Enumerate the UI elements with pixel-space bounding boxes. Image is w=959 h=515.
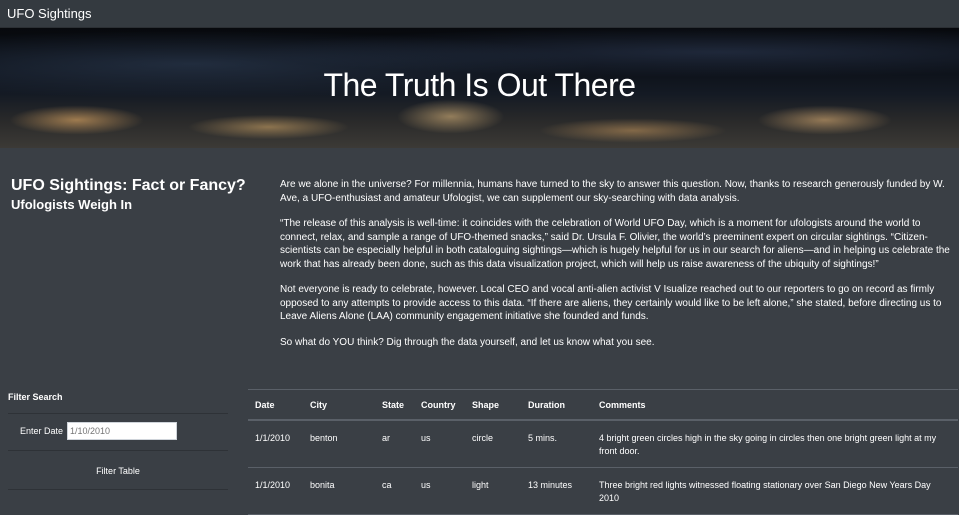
table-row: 1/1/2010 benton ar us circle 5 mins. 4 b…: [248, 420, 958, 468]
article-title: UFO Sightings: Fact or Fancy?: [11, 177, 246, 194]
cell-comments: 4 bright green circles high in the sky g…: [592, 420, 958, 468]
hero-banner: The Truth Is Out There: [0, 28, 959, 148]
cell-state: ar: [375, 420, 414, 468]
column-header-country: Country: [414, 389, 465, 421]
filter-table-button[interactable]: Filter Table: [8, 452, 228, 490]
cell-city: bonita: [303, 467, 375, 515]
article-paragraph: “The release of this analysis is well-ti…: [280, 218, 950, 270]
cell-country: us: [414, 420, 465, 468]
navbar-brand[interactable]: UFO Sightings: [7, 6, 92, 21]
filter-heading: Filter Search: [8, 392, 63, 402]
filter-panel: Filter Search Enter Date Filter Table: [8, 392, 228, 490]
article-paragraph: Not everyone is ready to celebrate, howe…: [280, 284, 942, 322]
column-header-comments: Comments: [592, 389, 958, 421]
filter-form: Enter Date Filter Table: [8, 413, 228, 490]
cell-shape: circle: [465, 420, 521, 468]
table-header-row: Date City State Country Shape Duration C…: [248, 389, 958, 421]
ufo-table: Date City State Country Shape Duration C…: [248, 389, 958, 515]
cell-comments: Three bright red lights witnessed floati…: [592, 467, 958, 515]
date-input[interactable]: [67, 422, 177, 440]
navbar: UFO Sightings: [0, 0, 959, 28]
column-header-shape: Shape: [465, 389, 521, 421]
table-row: 1/1/2010 bonita ca us light 13 minutes T…: [248, 467, 958, 515]
cell-date: 1/1/2010: [248, 467, 303, 515]
article-body: Are we alone in the universe? For millen…: [280, 178, 952, 361]
cell-country: us: [414, 467, 465, 515]
column-header-state: State: [375, 389, 414, 421]
column-header-city: City: [303, 389, 375, 421]
column-header-duration: Duration: [521, 389, 592, 421]
cell-shape: light: [465, 467, 521, 515]
date-field-label: Enter Date: [20, 426, 64, 436]
cell-duration: 5 mins.: [521, 420, 592, 468]
hero-title: The Truth Is Out There: [323, 67, 636, 103]
article-paragraph: Are we alone in the universe? For millen…: [280, 179, 945, 204]
cell-state: ca: [375, 467, 414, 515]
article-paragraph: So what do YOU think? Dig through the da…: [280, 336, 655, 348]
column-header-date: Date: [248, 389, 303, 421]
article-subtitle: Ufologists Weigh In: [11, 197, 133, 212]
cell-city: benton: [303, 420, 375, 468]
cell-duration: 13 minutes: [521, 467, 592, 515]
cell-date: 1/1/2010: [248, 420, 303, 468]
article-header: UFO Sightings: Fact or Fancy? Ufologists…: [11, 176, 251, 213]
